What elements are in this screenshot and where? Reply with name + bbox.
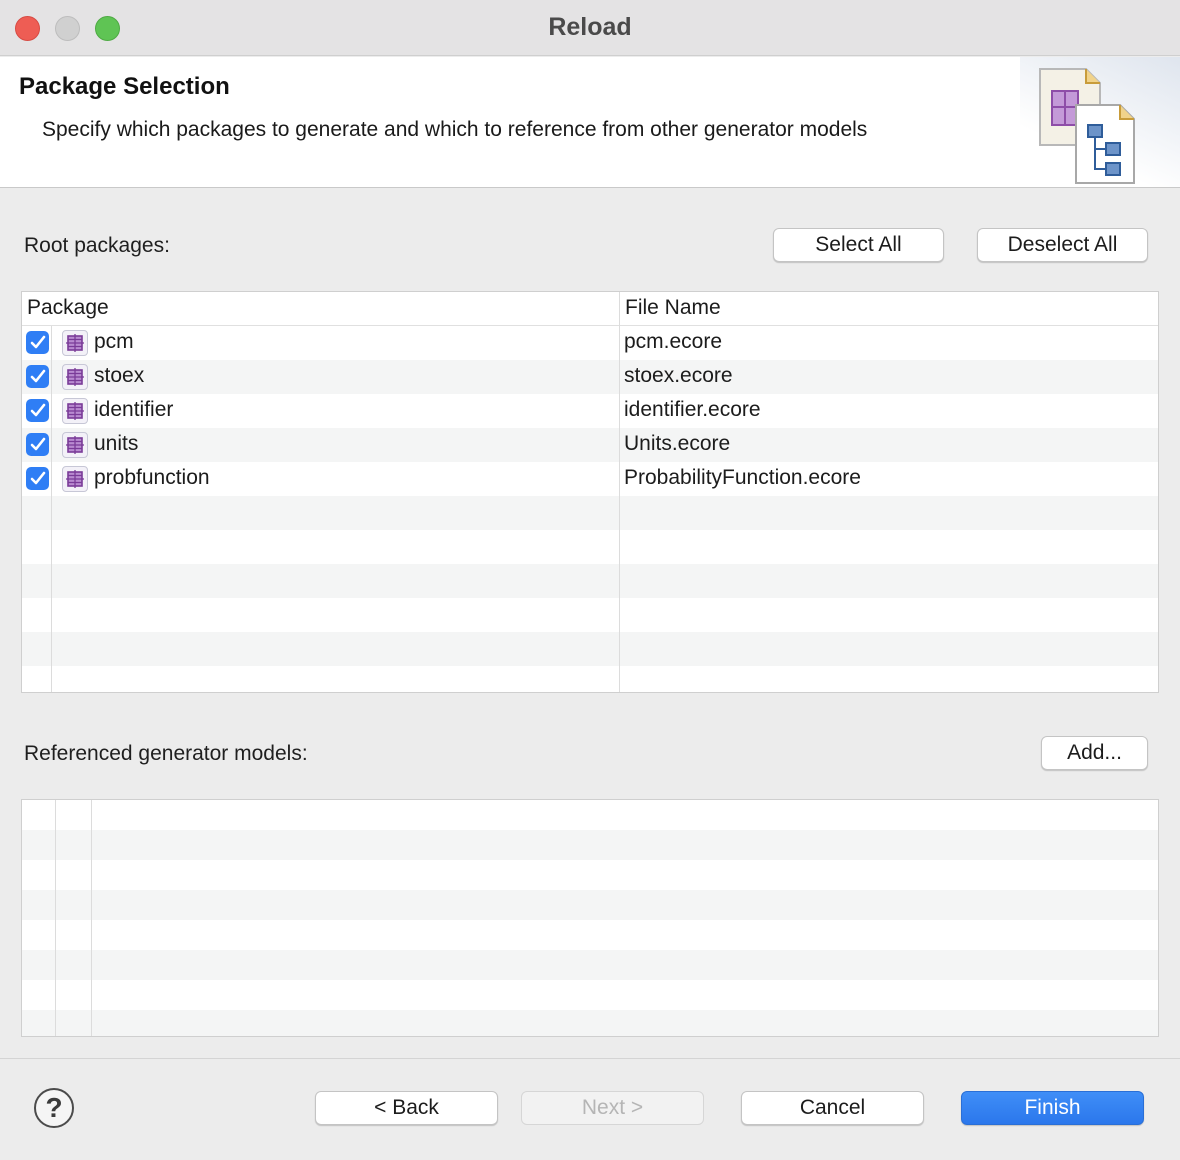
empty-row	[22, 530, 1158, 564]
column-divider	[91, 800, 92, 1036]
package-icon	[62, 432, 88, 458]
empty-row	[22, 830, 1158, 860]
column-divider	[55, 800, 56, 1036]
checkmark-icon	[30, 403, 46, 417]
empty-row	[22, 598, 1158, 632]
back-button[interactable]: < Back	[315, 1091, 498, 1125]
package-checkbox[interactable]	[26, 331, 49, 354]
column-header-package[interactable]: Package	[27, 296, 109, 320]
file-name: ProbabilityFunction.ecore	[624, 466, 861, 489]
empty-row	[22, 920, 1158, 950]
next-button[interactable]: Next >	[521, 1091, 704, 1125]
empty-row	[22, 564, 1158, 598]
empty-row	[22, 890, 1158, 920]
ecore-generator-wizard-icon	[1039, 68, 1135, 184]
empty-row	[22, 800, 1158, 830]
empty-row	[22, 1010, 1158, 1036]
table-row[interactable]: probfunction ProbabilityFunction.ecore	[22, 462, 1158, 496]
root-packages-table[interactable]: Package File Name pcm pcm.ecore stoex st…	[21, 291, 1159, 693]
checkmark-icon	[30, 471, 46, 485]
deselect-all-button[interactable]: Deselect All	[977, 228, 1148, 262]
package-checkbox[interactable]	[26, 467, 49, 490]
column-divider[interactable]	[619, 292, 620, 692]
empty-row	[22, 632, 1158, 666]
add-button[interactable]: Add...	[1041, 736, 1148, 770]
page-title: Package Selection	[19, 73, 230, 100]
package-icon	[62, 330, 88, 356]
file-name: identifier.ecore	[624, 398, 761, 421]
package-icon	[62, 466, 88, 492]
file-name: Units.ecore	[624, 432, 731, 455]
empty-row	[22, 980, 1158, 1010]
table-row[interactable]: units Units.ecore	[22, 428, 1158, 462]
page-description: Specify which packages to generate and w…	[42, 118, 868, 141]
table-row[interactable]: pcm pcm.ecore	[22, 326, 1158, 360]
wizard-banner: Package Selection Specify which packages…	[0, 57, 1180, 188]
checkmark-icon	[30, 369, 46, 383]
package-checkbox[interactable]	[26, 433, 49, 456]
table-row[interactable]: identifier identifier.ecore	[22, 394, 1158, 428]
package-name: stoex	[94, 364, 145, 387]
checkmark-icon	[30, 335, 46, 349]
window-title: Reload	[548, 13, 632, 41]
package-name: units	[94, 432, 139, 455]
empty-row	[22, 950, 1158, 980]
file-name: pcm.ecore	[624, 330, 723, 353]
column-divider	[51, 326, 52, 692]
column-header-file-name[interactable]: File Name	[625, 296, 721, 320]
table-header: Package File Name	[22, 292, 1158, 326]
empty-row	[22, 666, 1158, 692]
package-icon	[62, 364, 88, 390]
checkmark-icon	[30, 437, 46, 451]
empty-row	[22, 860, 1158, 890]
package-icon	[62, 398, 88, 424]
empty-row	[22, 496, 1158, 530]
root-packages-label: Root packages:	[24, 234, 170, 257]
referenced-models-table[interactable]	[21, 799, 1159, 1037]
finish-button[interactable]: Finish	[961, 1091, 1144, 1125]
file-name: stoex.ecore	[624, 364, 733, 387]
help-button[interactable]: ?	[34, 1088, 74, 1128]
cancel-button[interactable]: Cancel	[741, 1091, 924, 1125]
package-checkbox[interactable]	[26, 399, 49, 422]
referenced-models-label: Referenced generator models:	[24, 742, 308, 765]
package-name: probfunction	[94, 466, 210, 489]
footer-divider	[0, 1058, 1180, 1059]
title-bar: Reload	[0, 0, 1180, 56]
package-checkbox[interactable]	[26, 365, 49, 388]
package-name: identifier	[94, 398, 174, 421]
package-name: pcm	[94, 330, 134, 353]
select-all-button[interactable]: Select All	[773, 228, 944, 262]
table-row[interactable]: stoex stoex.ecore	[22, 360, 1158, 394]
